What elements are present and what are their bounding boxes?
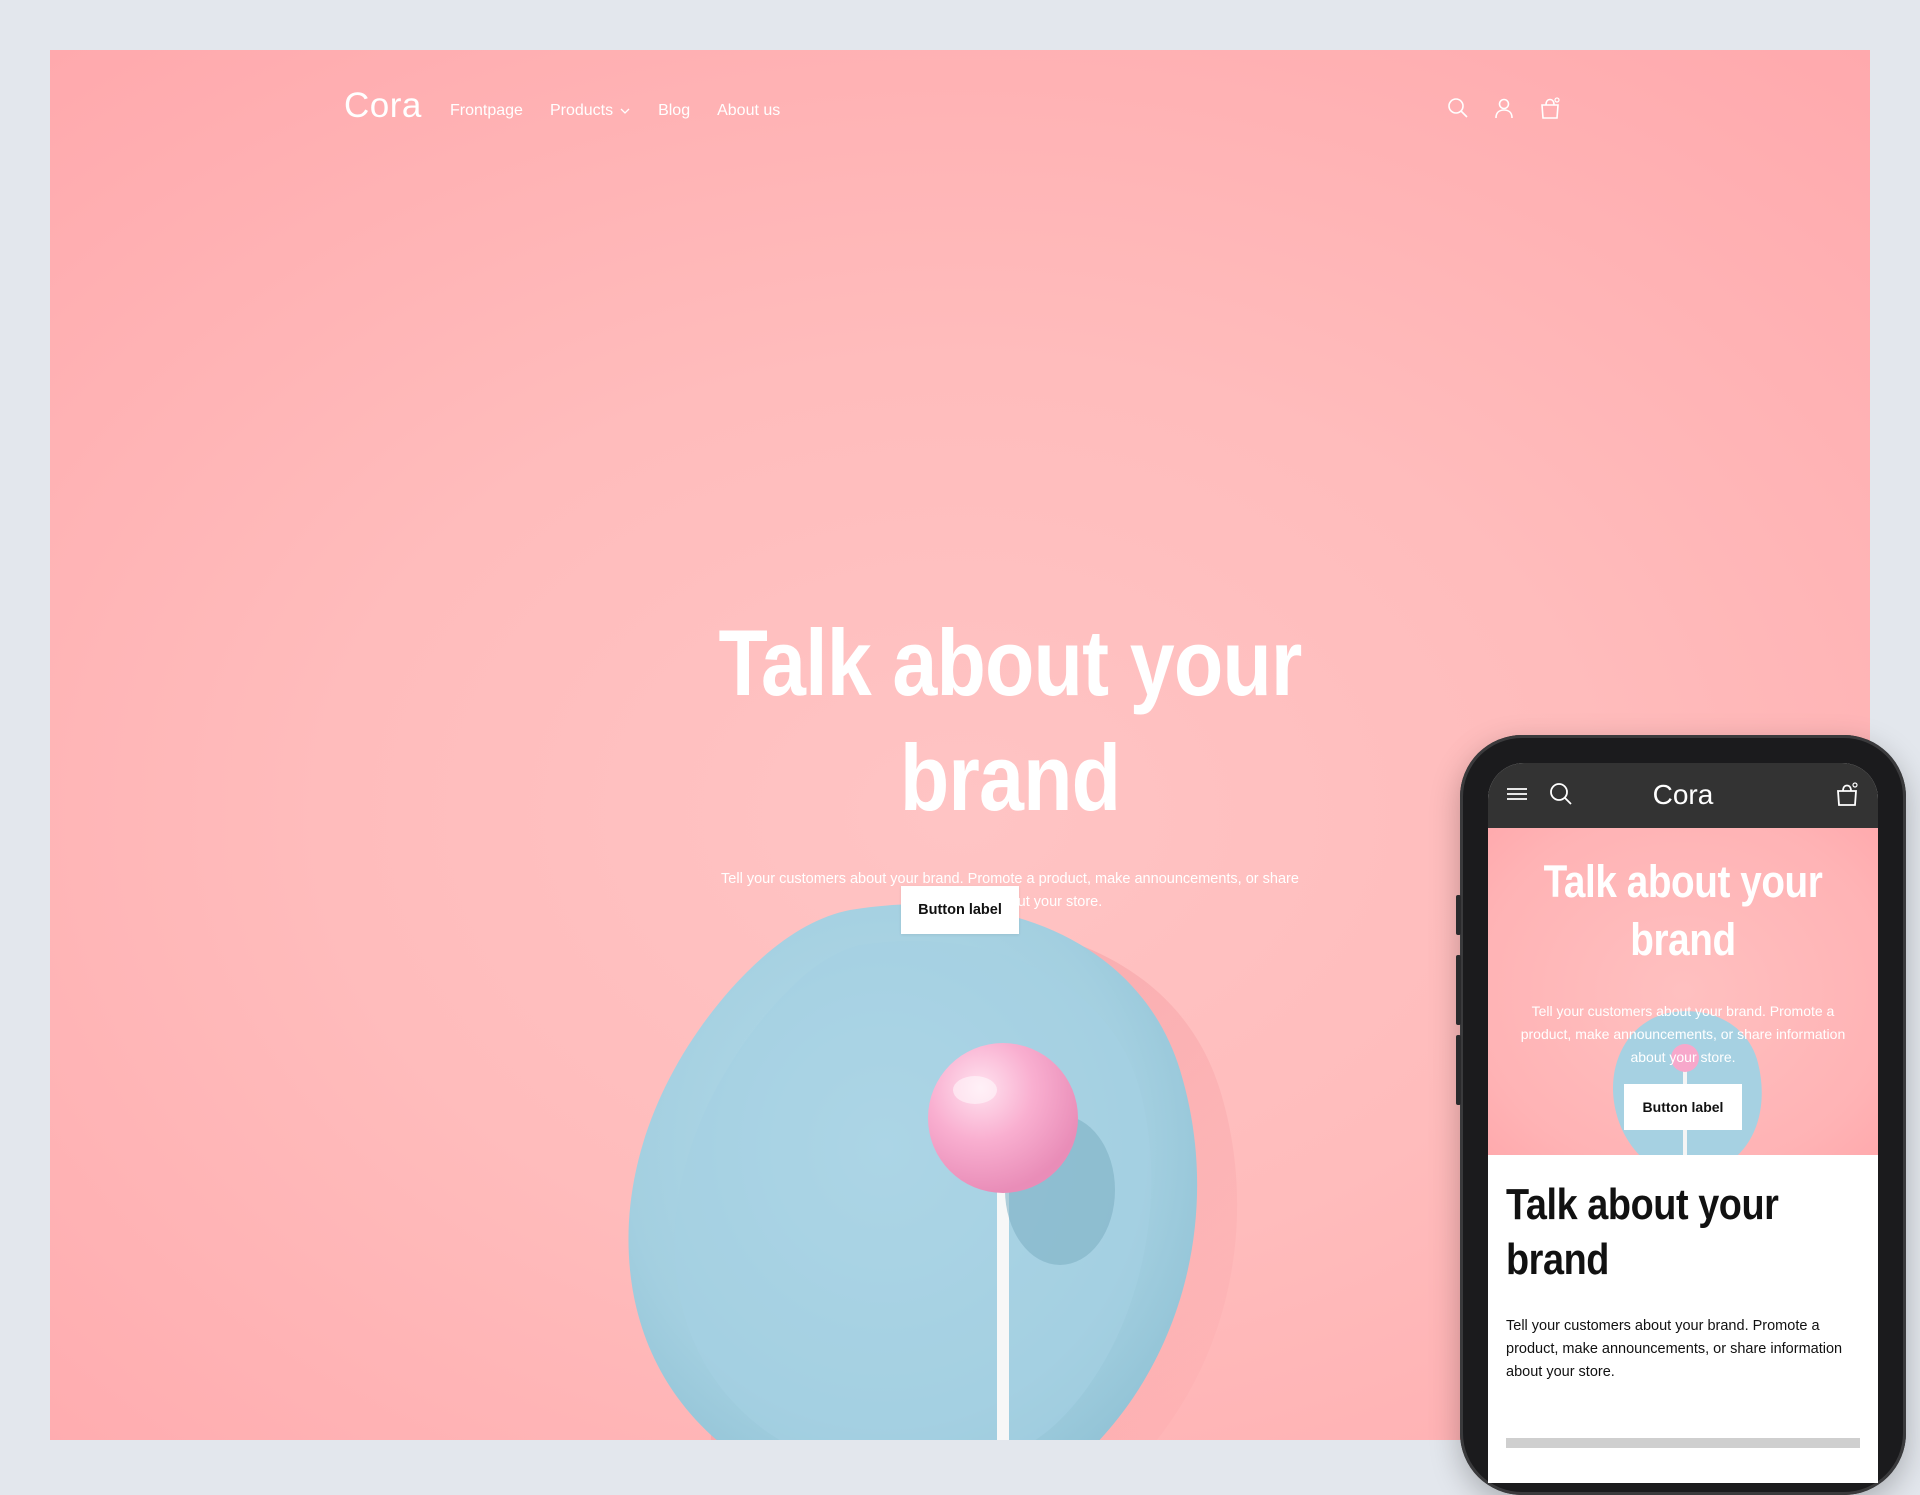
header-actions [1446, 96, 1562, 120]
store-logo[interactable]: Cora [344, 86, 422, 126]
hero-image [628, 904, 1238, 1440]
mobile-section-title: Talk about your brand [1506, 1180, 1779, 1284]
hero-title: Talk about your brand [718, 610, 1303, 830]
nav-item-blog[interactable]: Blog [658, 102, 690, 120]
nav-item-label: About us [717, 102, 781, 119]
mobile-hero-title: Talk about your brand [1543, 856, 1823, 965]
mobile-header: Cora [1488, 763, 1878, 828]
search-button[interactable] [1446, 96, 1470, 120]
nav-item-label: Products [549, 102, 614, 119]
phone-screen: Cora Talk about your brand Tell your cus… [1488, 763, 1878, 1483]
account-button[interactable] [1492, 96, 1516, 120]
search-icon [1448, 98, 1468, 118]
desktop-header: Cora Frontpage Products Blog About us [50, 50, 1870, 170]
mobile-section-text: Tell your customers about your brand. Pr… [1506, 1318, 1843, 1380]
mobile-cart-button[interactable] [1834, 781, 1860, 807]
mobile-text-section: Talk about your brand Tell your customer… [1488, 1155, 1878, 1483]
hero-button[interactable]: Button label [901, 886, 1019, 934]
nav-item-label: Blog [658, 102, 691, 119]
cart-button[interactable] [1538, 96, 1562, 120]
phone-volume-button [1456, 955, 1461, 1025]
nav-item-about-us[interactable]: About us [717, 102, 780, 120]
nav-item-label: Frontpage [450, 102, 523, 119]
mobile-preview: Cora Talk about your brand Tell your cus… [1456, 735, 1906, 1495]
mobile-store-logo[interactable]: Cora [1488, 779, 1878, 811]
main-nav: Frontpage Products Blog About us [450, 102, 780, 120]
nav-item-products[interactable]: Products [550, 102, 631, 120]
mobile-hero: Talk about your brand Tell your customer… [1488, 828, 1878, 1155]
chevron-down-icon [620, 108, 630, 114]
cart-icon [1541, 97, 1560, 119]
account-icon [1495, 98, 1513, 119]
phone-volume-button [1456, 1035, 1461, 1105]
mobile-hero-subtitle: Tell your customers about your brand. Pr… [1520, 1003, 1846, 1065]
mobile-hero-button[interactable]: Button label [1624, 1084, 1742, 1130]
nav-item-frontpage[interactable]: Frontpage [450, 102, 523, 120]
phone-volume-button [1456, 895, 1461, 935]
cart-icon [1837, 782, 1858, 806]
